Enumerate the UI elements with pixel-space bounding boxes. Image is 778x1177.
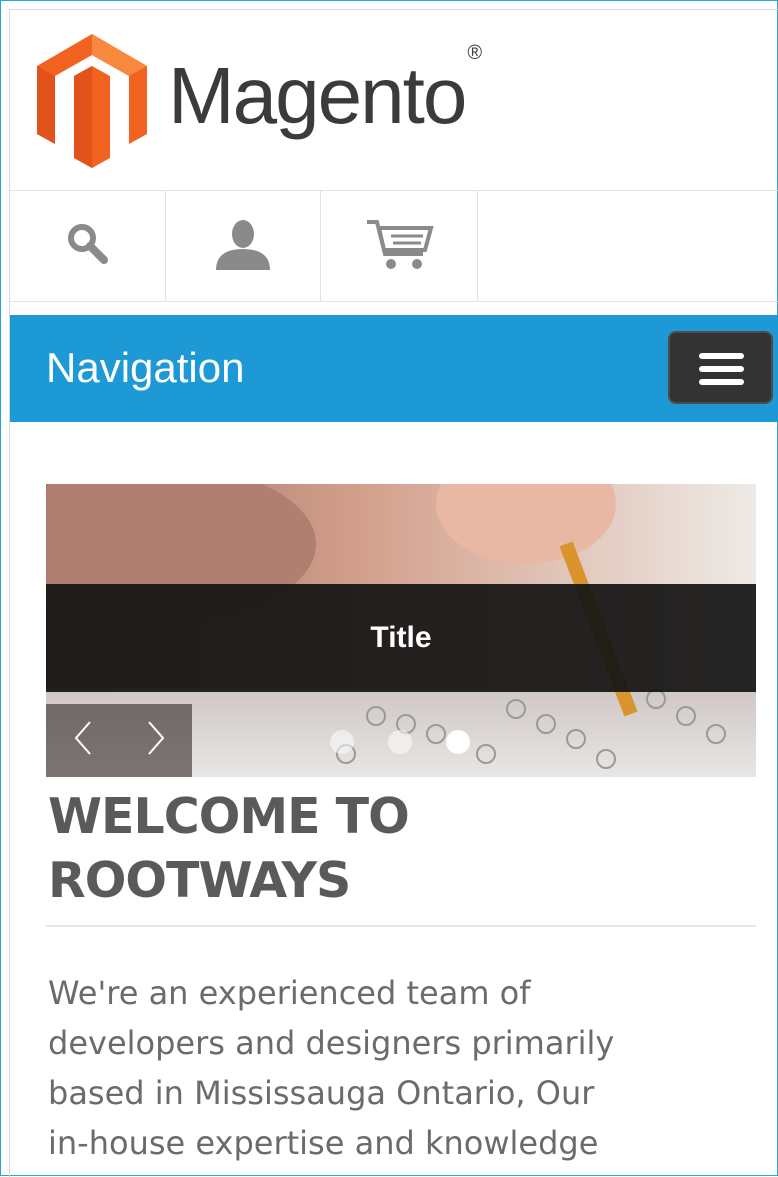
header-icon-bar xyxy=(10,190,778,302)
intro-line-4: in-house expertise and knowledge xyxy=(48,1124,599,1162)
logo-wordmark[interactable]: Magento ® xyxy=(168,43,482,136)
image-slider[interactable]: Title xyxy=(46,484,756,777)
account-button[interactable] xyxy=(165,191,321,301)
heading-divider xyxy=(46,925,756,927)
navigation-title: Navigation xyxy=(46,344,245,391)
welcome-heading-line2: ROOTWAYS xyxy=(48,852,351,909)
slider-next-button[interactable] xyxy=(119,704,192,777)
intro-paragraph: We're an experienced team of developers a… xyxy=(48,968,748,1168)
cart-button[interactable] xyxy=(322,191,478,301)
welcome-heading: WELCOME TO ROOTWAYS xyxy=(48,785,748,913)
chevron-right-icon xyxy=(143,718,169,763)
intro-line-3: based in Mississauga Ontario, Our xyxy=(48,1074,595,1112)
logo-registered-mark: ® xyxy=(467,42,483,65)
slider-dot-3-active[interactable] xyxy=(446,730,470,754)
page-container: Magento ® Navigation Title WELCOME TO RO… xyxy=(9,9,778,1177)
slide-caption: Title xyxy=(46,584,756,692)
magento-logo-icon[interactable] xyxy=(32,34,152,174)
intro-line-1: We're an experienced team of xyxy=(48,974,531,1012)
logo-text: Magento xyxy=(168,51,467,140)
slider-dot-1[interactable] xyxy=(330,730,354,754)
user-icon xyxy=(213,218,273,275)
slider-prev-button[interactable] xyxy=(46,704,119,777)
chevron-left-icon xyxy=(70,718,96,763)
slider-arrows xyxy=(46,704,192,777)
cart-icon xyxy=(365,216,435,277)
slide-caption-title: Title xyxy=(370,621,432,654)
search-button[interactable] xyxy=(10,191,166,301)
header: Magento ® xyxy=(10,10,778,190)
menu-toggle-button[interactable] xyxy=(668,331,773,404)
welcome-heading-line1: WELCOME TO xyxy=(48,788,410,845)
slider-dot-2[interactable] xyxy=(388,730,412,754)
navigation-bar: Navigation xyxy=(10,315,778,422)
search-icon xyxy=(64,220,112,273)
intro-line-2: developers and designers primarily xyxy=(48,1024,615,1062)
